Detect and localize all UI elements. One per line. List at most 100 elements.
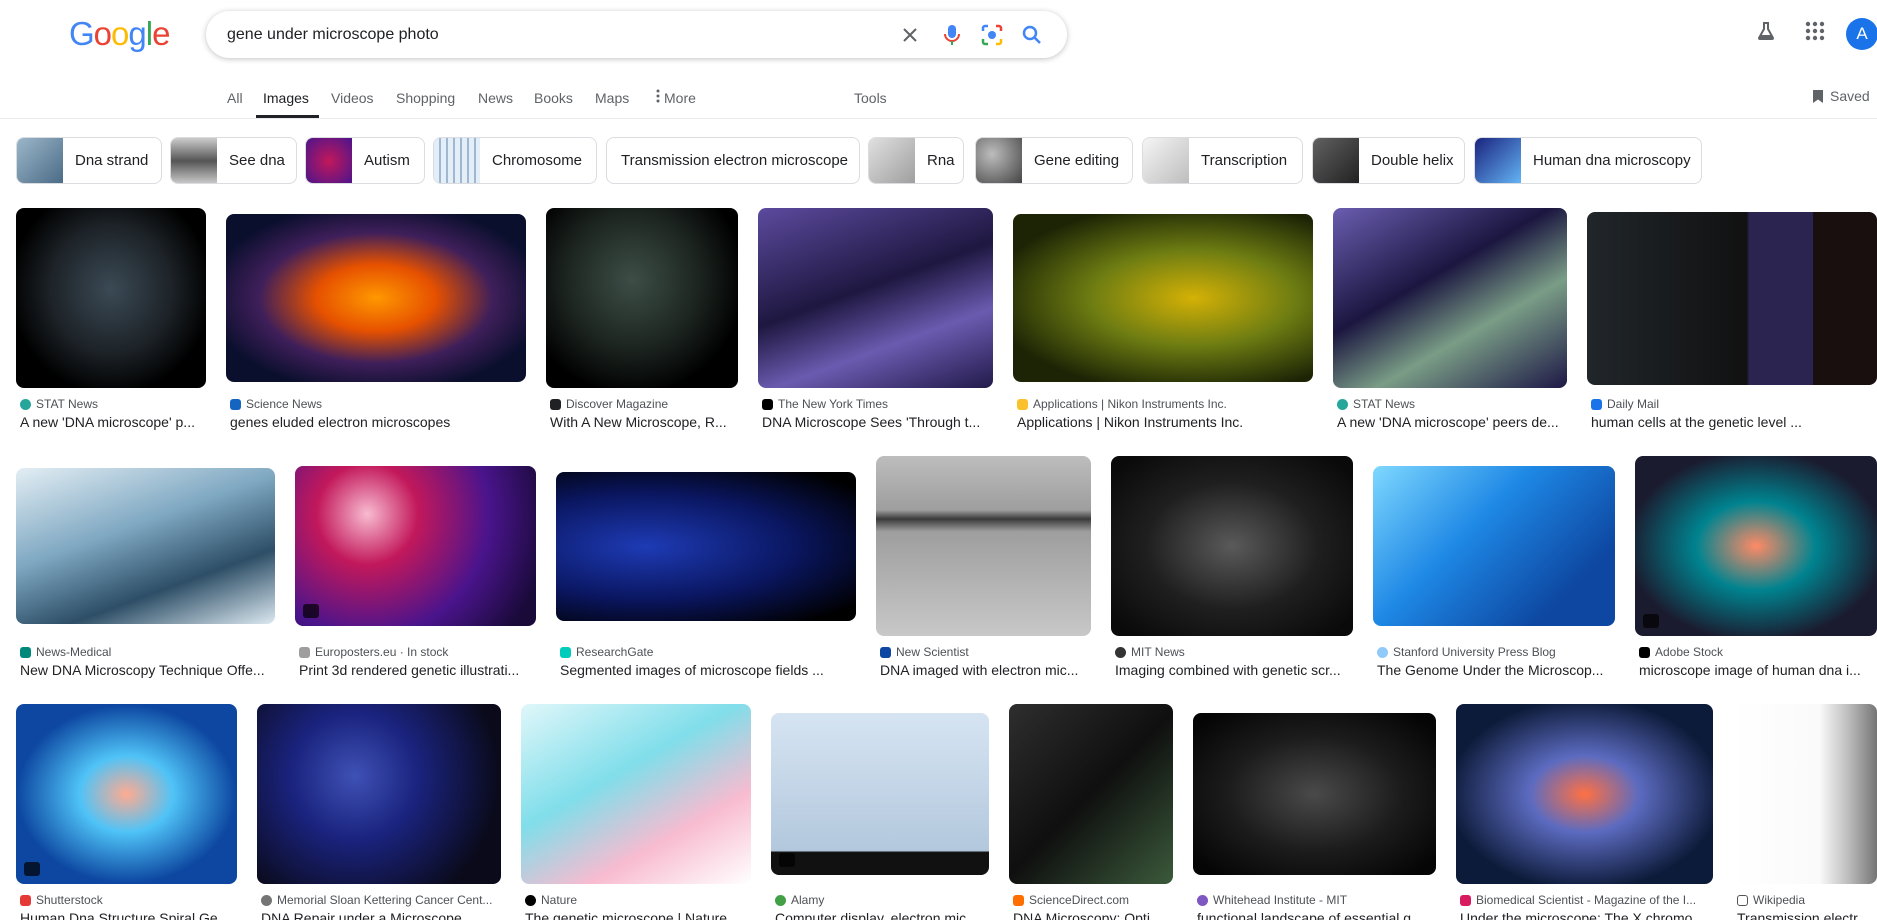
result-title[interactable]: New DNA Microscopy Technique Offe... — [20, 662, 275, 678]
result-source[interactable]: Wikipedia — [1737, 893, 1877, 907]
result-thumbnail[interactable] — [226, 214, 526, 382]
result-title[interactable]: DNA Microscopy: Opti... — [1013, 910, 1173, 920]
result-thumbnail[interactable] — [1733, 704, 1877, 884]
result-title[interactable]: A new 'DNA microscope' p... — [20, 414, 206, 430]
result-source[interactable]: New Scientist — [880, 645, 1091, 659]
result-title[interactable]: functional landscape of essential g... — [1197, 910, 1436, 920]
chip-chromosome[interactable]: Chromosome — [433, 137, 597, 184]
result-thumbnail[interactable] — [546, 208, 738, 388]
result-thumbnail[interactable] — [295, 466, 536, 626]
clear-search-icon[interactable] — [899, 24, 921, 46]
result-title[interactable]: genes eluded electron microscopes — [230, 414, 526, 430]
result-thumbnail[interactable] — [16, 468, 275, 624]
chip-transmission-electron-microscope[interactable]: Transmission electron microscope — [606, 137, 860, 184]
tab-more[interactable]: More — [656, 88, 696, 106]
result-source[interactable]: ResearchGate — [560, 645, 856, 659]
result-source[interactable]: Whitehead Institute - MIT — [1197, 893, 1436, 907]
search-icon[interactable] — [1021, 24, 1043, 46]
tools-button[interactable]: Tools — [854, 90, 887, 106]
result-title[interactable]: DNA Microscope Sees 'Through t... — [762, 414, 993, 430]
account-avatar[interactable]: A — [1846, 18, 1877, 50]
lens-camera-icon[interactable] — [981, 24, 1003, 46]
result-title[interactable]: Imaging combined with genetic scr... — [1115, 662, 1353, 678]
result-source[interactable]: Memorial Sloan Kettering Cancer Cent... — [261, 893, 501, 907]
result-thumbnail[interactable] — [16, 704, 237, 884]
result-thumbnail[interactable] — [1013, 214, 1313, 382]
result-thumbnail[interactable] — [521, 704, 751, 884]
result-title[interactable]: Segmented images of microscope fields ..… — [560, 662, 856, 678]
tab-shopping[interactable]: Shopping — [396, 90, 455, 106]
result-source[interactable]: Adobe Stock — [1639, 645, 1877, 659]
result-title[interactable]: Computer display, electron mic... — [775, 910, 989, 920]
chip-autism[interactable]: Autism — [305, 137, 425, 184]
result-thumbnail[interactable] — [1587, 212, 1877, 385]
result-thumbnail[interactable] — [876, 456, 1091, 636]
result-title[interactable]: DNA Repair under a Microscope ... — [261, 910, 501, 920]
tab-images[interactable]: Images — [263, 90, 309, 106]
chip-see-dna[interactable]: See dna — [170, 137, 297, 184]
result-source[interactable]: MIT News — [1115, 645, 1353, 659]
result-thumbnail[interactable] — [1456, 704, 1713, 884]
result-source[interactable]: Shutterstock — [20, 893, 237, 907]
tab-all[interactable]: All — [227, 90, 243, 106]
chip-transcription[interactable]: Transcription — [1142, 137, 1303, 184]
apps-grid-icon[interactable] — [1802, 18, 1828, 44]
tab-books[interactable]: Books — [534, 90, 573, 106]
result-source[interactable]: News-Medical — [20, 645, 275, 659]
labs-flask-icon[interactable] — [1753, 18, 1779, 44]
result-title[interactable]: microscope image of human dna i... — [1639, 662, 1871, 678]
result-thumbnail[interactable] — [16, 208, 206, 388]
result-title[interactable]: human cells at the genetic level ... — [1591, 414, 1871, 430]
result-source[interactable]: Stanford University Press Blog — [1377, 645, 1615, 659]
result-source[interactable]: Science News — [230, 397, 526, 411]
tab-videos[interactable]: Videos — [331, 90, 374, 106]
site-favicon — [20, 894, 31, 906]
result-thumbnail[interactable] — [1111, 456, 1353, 636]
search-input[interactable] — [227, 25, 867, 44]
result-source[interactable]: Alamy — [775, 893, 989, 907]
result-source[interactable]: Europosters.eu · In stock — [299, 645, 536, 659]
saved-button[interactable]: Saved — [1812, 88, 1870, 104]
result-title[interactable]: Human Dna Structure Spiral Ge... — [20, 910, 237, 920]
chip-dna-strand[interactable]: Dna strand — [16, 137, 162, 184]
result-thumbnail[interactable] — [257, 704, 501, 884]
result-thumbnail[interactable] — [758, 208, 993, 388]
result-source[interactable]: Discover Magazine — [550, 397, 738, 411]
chip-gene-editing[interactable]: Gene editing — [975, 137, 1133, 184]
result-thumbnail[interactable] — [1635, 456, 1877, 636]
site-favicon — [1337, 398, 1348, 410]
result-source[interactable]: Biomedical Scientist - Magazine of the I… — [1460, 893, 1713, 907]
result-title[interactable]: DNA imaged with electron mic... — [880, 662, 1091, 678]
result-thumbnail[interactable] — [1333, 208, 1567, 388]
chip-human-dna-microscopy[interactable]: Human dna microscopy — [1474, 137, 1702, 184]
google-logo[interactable]: Google — [69, 15, 170, 53]
result-title[interactable]: A new 'DNA microscope' peers de... — [1337, 414, 1567, 430]
result-title[interactable]: Under the microscope: The X chromo... — [1460, 910, 1713, 920]
site-favicon — [1017, 398, 1028, 410]
result-title[interactable]: Transmission electr... — [1737, 910, 1877, 920]
result-title[interactable]: With A New Microscope, R... — [550, 414, 738, 430]
result-thumbnail[interactable] — [771, 713, 989, 875]
result-source[interactable]: ScienceDirect.com — [1013, 893, 1173, 907]
tab-news[interactable]: News — [478, 90, 513, 106]
result-title[interactable]: Print 3d rendered genetic illustrati... — [299, 662, 536, 678]
image-badge-icon — [779, 853, 795, 867]
result-title[interactable]: The genetic microscope | Nature ... — [525, 910, 751, 920]
chip-rna[interactable]: Rna — [868, 137, 964, 184]
result-source[interactable]: Nature — [525, 893, 751, 907]
result-source[interactable]: STAT News — [20, 397, 206, 411]
result-source[interactable]: Applications | Nikon Instruments Inc. — [1017, 397, 1313, 411]
result-thumbnail[interactable] — [1009, 704, 1173, 884]
result-source[interactable]: STAT News — [1337, 397, 1567, 411]
result-source[interactable]: The New York Times — [762, 397, 993, 411]
result-thumbnail[interactable] — [556, 472, 856, 621]
microphone-icon[interactable] — [941, 24, 963, 46]
result-thumbnail[interactable] — [1373, 466, 1615, 626]
result-thumbnail[interactable] — [1193, 713, 1436, 875]
result-title[interactable]: Applications | Nikon Instruments Inc. — [1017, 414, 1313, 430]
result-source[interactable]: Daily Mail — [1591, 397, 1877, 411]
tab-maps[interactable]: Maps — [595, 90, 629, 106]
chip-double-helix[interactable]: Double helix — [1312, 137, 1465, 184]
result-title[interactable]: The Genome Under the Microscop... — [1377, 662, 1615, 678]
chip-thumbnail — [171, 138, 217, 183]
